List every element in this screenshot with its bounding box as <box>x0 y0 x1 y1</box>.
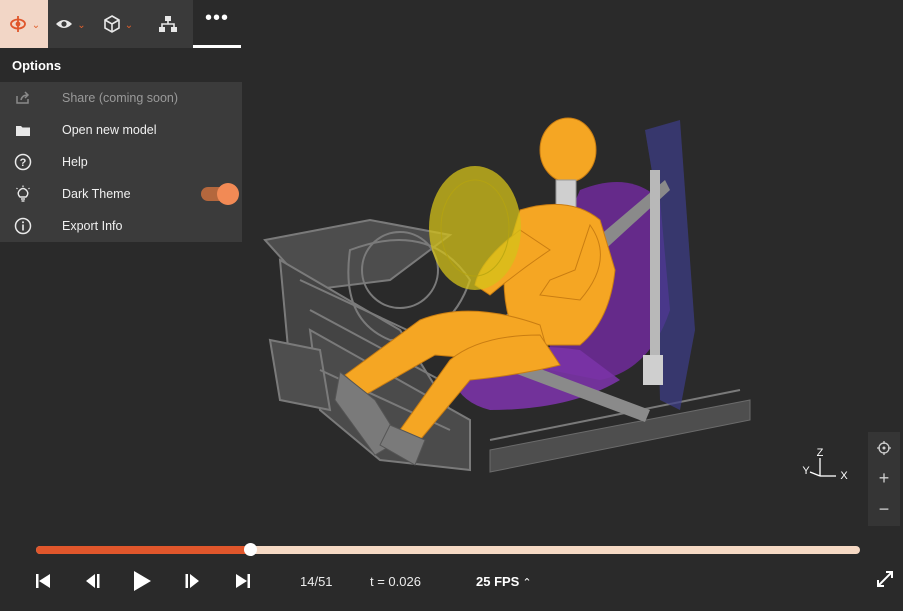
playback-controls: 14/51 t = 0.026 25 FPS ⌃ <box>0 562 903 602</box>
play-icon <box>134 571 151 591</box>
dark-theme-toggle[interactable] <box>201 183 239 205</box>
view-menu-button[interactable]: ⌄ <box>93 0 143 48</box>
axis-y-label: Y <box>802 465 810 477</box>
axis-z-label: Z <box>817 447 824 459</box>
help-icon: ? <box>0 153 46 171</box>
model-viewport[interactable] <box>250 110 770 490</box>
expand-icon <box>877 571 893 587</box>
menu-item-open-model[interactable]: Open new model <box>0 114 242 146</box>
play-button[interactable] <box>127 566 157 596</box>
center-view-button[interactable] <box>868 432 900 463</box>
svg-text:?: ? <box>20 157 27 169</box>
view-controls: + − <box>868 432 900 526</box>
model-axes-icon <box>9 16 26 32</box>
menu-item-share[interactable]: Share (coming soon) <box>0 82 242 114</box>
zoom-in-button[interactable]: + <box>868 463 900 494</box>
menu-item-label: Help <box>62 155 88 169</box>
menu-item-label: Share (coming soon) <box>62 91 179 105</box>
more-options-button[interactable]: ••• <box>193 0 241 48</box>
menu-item-dark-theme[interactable]: Dark Theme <box>0 178 242 210</box>
chevron-down-icon: ⌄ <box>124 19 134 31</box>
chevron-down-icon: ⌄ <box>77 19 86 31</box>
hierarchy-icon <box>159 16 177 32</box>
info-icon <box>0 217 46 235</box>
step-forward-icon <box>185 574 199 588</box>
skip-to-start-button[interactable] <box>28 566 58 596</box>
time-readout: t = 0.026 <box>370 574 421 589</box>
zoom-out-button[interactable]: − <box>868 494 900 525</box>
step-back-icon <box>86 574 100 588</box>
fps-selector[interactable]: 25 FPS ⌃ <box>476 574 532 589</box>
share-icon <box>0 91 46 105</box>
step-forward-button[interactable] <box>178 566 208 596</box>
menu-item-export-info[interactable]: Export Info <box>0 210 242 242</box>
axis-triad: Z Y X <box>802 447 848 482</box>
menu-item-label: Open new model <box>62 123 157 137</box>
timeline-slider[interactable] <box>36 543 860 556</box>
fullscreen-button[interactable] <box>872 566 898 592</box>
timeline-progress <box>36 546 251 554</box>
skip-start-icon <box>36 574 50 588</box>
menu-item-label: Dark Theme <box>62 187 131 201</box>
plus-icon: + <box>878 468 890 488</box>
airbag <box>429 166 521 290</box>
fps-label: 25 FPS <box>476 574 520 589</box>
menu-item-label: Export Info <box>62 219 123 233</box>
lightbulb-icon <box>0 185 46 203</box>
frame-counter: 14/51 <box>300 574 333 589</box>
chevron-down-icon: ⌄ <box>31 19 41 31</box>
skip-end-icon <box>236 574 250 588</box>
eye-icon <box>56 20 73 28</box>
axis-x-label: X <box>840 470 848 482</box>
cube-icon <box>103 15 120 33</box>
crosshair-icon <box>877 440 891 455</box>
timeline-thumb[interactable] <box>244 543 258 556</box>
toolbar: ⌄ ⌄ ⌄ ••• <box>0 0 241 48</box>
toolbar-group: ⌄ ⌄ ⌄ <box>0 0 193 48</box>
minus-icon: − <box>878 499 890 519</box>
more-icon: ••• <box>204 7 229 29</box>
options-menu: Share (coming soon) Open new model ? Hel… <box>0 82 242 242</box>
folder-icon <box>0 124 46 137</box>
menu-item-help[interactable]: ? Help <box>0 146 242 178</box>
visibility-menu-button[interactable]: ⌄ <box>48 0 93 48</box>
chevron-up-icon: ⌃ <box>522 577 532 589</box>
skip-to-end-button[interactable] <box>228 566 258 596</box>
tree-button[interactable] <box>143 0 193 48</box>
step-back-button[interactable] <box>77 566 107 596</box>
model-menu-button[interactable]: ⌄ <box>0 0 48 48</box>
toggle-knob <box>217 183 239 205</box>
options-title: Options <box>12 58 62 73</box>
